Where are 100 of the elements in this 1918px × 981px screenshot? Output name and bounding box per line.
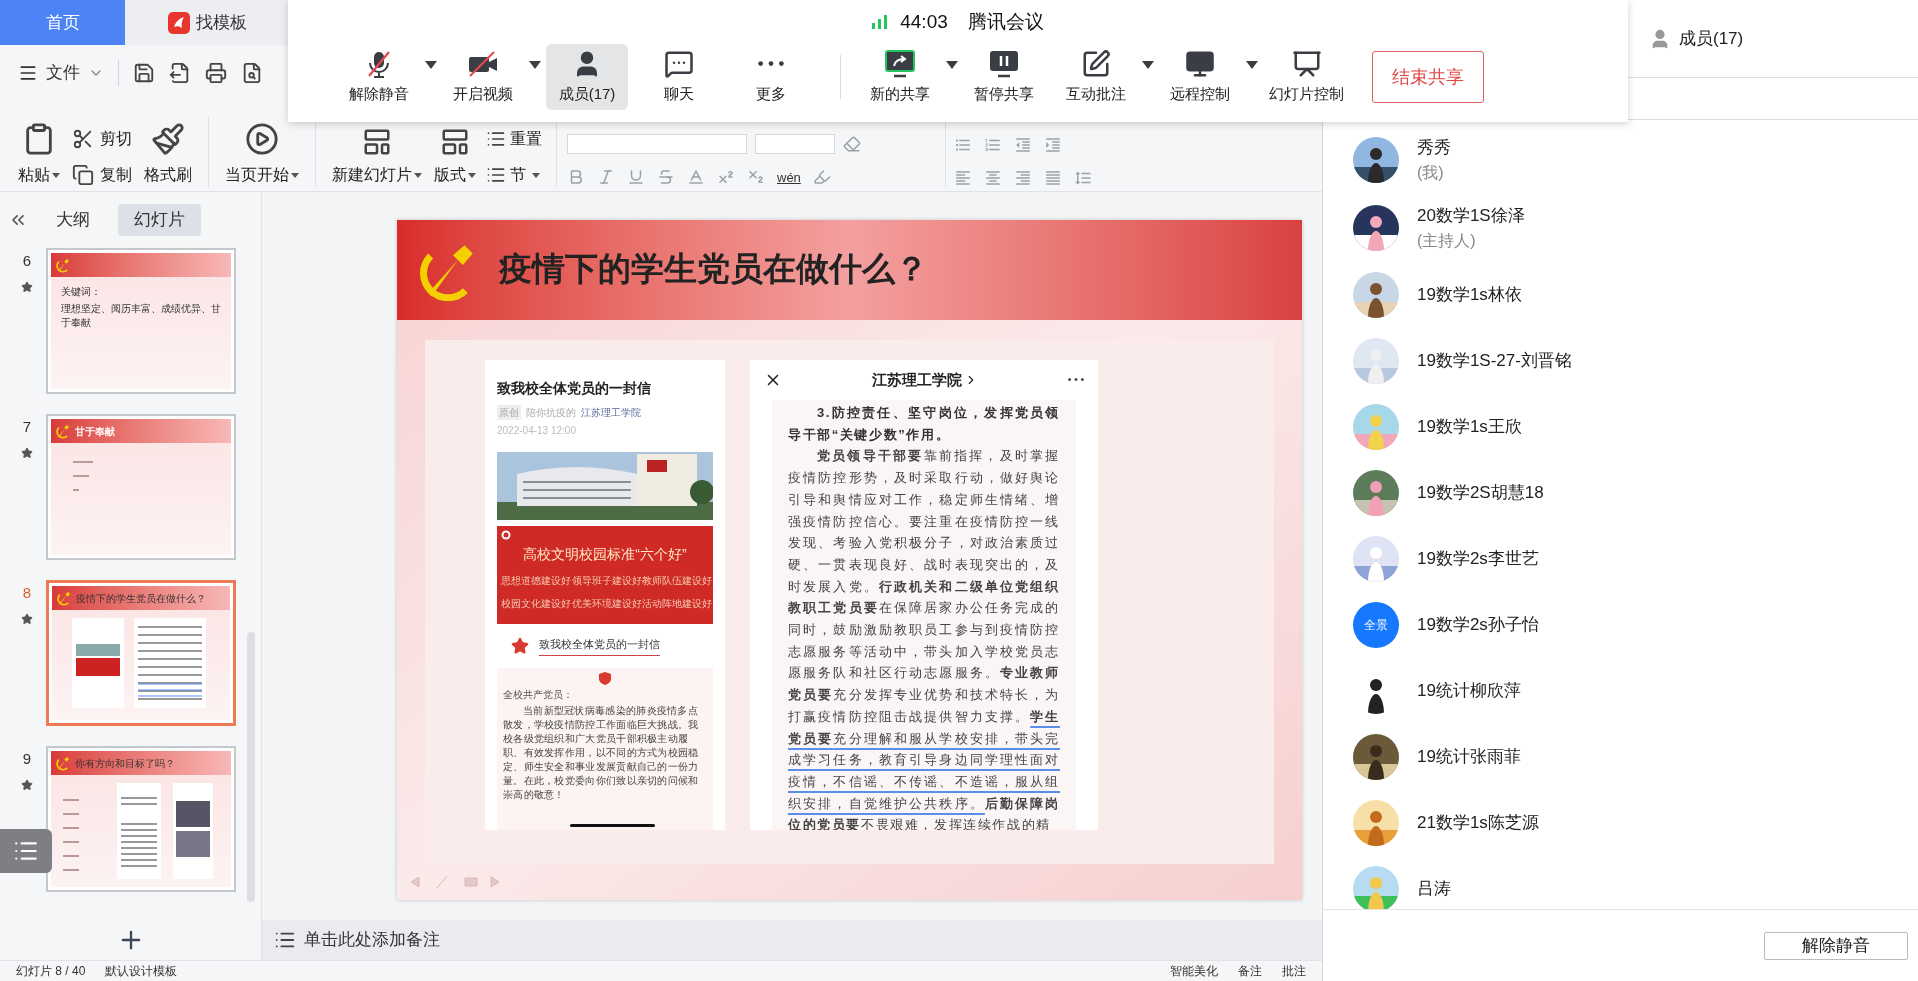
share-screen-icon [884,48,916,79]
thumbnail-title: 疫情下的学生党员在做什么？ [76,591,206,606]
play-from-current-button[interactable]: 当页开始 [219,121,305,187]
align-center-icon[interactable] [984,169,1002,187]
star-icon [21,778,33,791]
highlighter-icon[interactable] [812,168,831,187]
slide-thumbnail[interactable]: 你有方向和目标了吗？ [46,746,236,892]
meeting-app-name: 腾讯会议 [967,9,1044,34]
more-icon[interactable] [1068,378,1084,382]
indent-icon[interactable] [1044,136,1062,154]
panel-title: 成员(17) [1679,27,1744,50]
copy-button[interactable]: 复制 [72,163,132,187]
end-share-button[interactable]: 结束共享 [1372,51,1484,103]
meeting-control[interactable]: 更多 [730,44,812,110]
meeting-control[interactable]: 幻灯片控制 [1263,44,1350,110]
underline-icon[interactable] [627,168,645,187]
member-row[interactable]: 21数学1s陈芝源 [1353,790,1918,856]
meeting-control[interactable]: 远程控制 [1159,44,1241,110]
italic-icon[interactable] [597,168,615,187]
scissors-icon [72,128,94,150]
print-icon[interactable] [205,61,227,84]
member-row[interactable]: 19数学1s林依 [1353,262,1918,328]
align-right-icon[interactable] [1014,169,1032,187]
font-name-field[interactable] [567,133,747,154]
align-left-icon[interactable] [954,169,972,187]
slide-title: 疫情下的学生党员在做什么？ [499,250,928,290]
cut-button[interactable]: 剪切 [72,127,132,151]
member-row[interactable]: 19数学2S胡慧18 [1353,460,1918,526]
member-name: 20数学1S徐泽 [1417,205,1525,228]
preview-icon[interactable] [241,61,263,84]
caret-icon [414,173,422,179]
member-row[interactable]: 19数学2s李世艺 [1353,526,1918,592]
dropdown-caret-icon[interactable] [528,60,542,70]
member-row[interactable]: 全景 19数学2s孙子怡 [1353,592,1918,658]
account-link[interactable]: 江苏理工学院 [872,368,978,392]
paste-button[interactable]: 粘贴 [12,121,66,187]
more-icon[interactable] [758,61,784,67]
dropdown-caret-icon[interactable] [1141,60,1155,70]
dropdown-caret-icon[interactable] [945,60,959,70]
panel-tab[interactable]: 大纲 [46,204,100,236]
reset-button[interactable]: 重置 [486,127,542,151]
outline-toggle-button[interactable] [0,829,52,873]
file-menu[interactable]: 文件 [18,59,104,86]
status-button[interactable]: 智能美化 [1170,962,1218,980]
meeting-control[interactable]: 暂停共享 [963,44,1045,110]
meeting-control[interactable]: 互动批注 [1055,44,1137,110]
dropdown-caret-icon[interactable] [424,60,438,70]
member-row[interactable]: 秀秀 (我) [1353,126,1918,194]
slide-thumbnail[interactable]: 关键词： 理想坚定、阅历丰富、成绩优异、甘于奉献 [46,248,236,394]
slide-thumbnail[interactable]: 甘于奉献 [46,414,236,560]
font-color-icon[interactable] [687,168,705,187]
member-row[interactable]: 19统计柳欣萍 [1353,658,1918,724]
save-icon[interactable] [133,61,155,84]
caret-icon [291,173,299,179]
notes-placeholder[interactable]: 单击此处添加备注 [304,927,440,953]
export-icon[interactable] [169,61,191,84]
account-link[interactable]: 江苏理工学院 [581,405,641,420]
banner-title: 高校文明校园标准“六个好” [523,545,687,564]
member-name: 秀秀 [1417,137,1451,160]
member-row[interactable]: 吕涛 [1353,856,1918,909]
phonetic-guide-button[interactable]: wén [777,167,801,187]
meeting-control[interactable]: 新的共享 [859,44,941,110]
scrollbar[interactable] [247,632,255,902]
meeting-control[interactable]: 聊天 [638,44,720,110]
publish-date: 2022-04-13 12:00 [497,424,577,438]
member-row[interactable]: 19统计张雨菲 [1353,724,1918,790]
star-icon [21,280,33,293]
member-role: (主持人) [1417,230,1477,251]
status-button[interactable]: 批注 [1282,962,1306,980]
copy-icon [72,164,94,186]
thumbnail-text-drawing [73,461,93,491]
member-row[interactable]: 19数学1S-27-刘晋铭 [1353,328,1918,394]
meeting-control[interactable]: 解除静音 [338,44,420,110]
dropdown-caret-icon[interactable] [1245,60,1259,70]
format-painter-button[interactable]: 格式刷 [138,121,198,187]
strikethrough-icon[interactable] [657,168,675,187]
meeting-control[interactable]: 开启视频 [442,44,524,110]
meeting-duration: 44:03 [900,9,948,34]
panel-tab[interactable]: 幻灯片 [118,204,201,236]
align-justify-icon[interactable] [1044,169,1062,187]
font-size-field[interactable] [755,133,835,154]
member-name: 19数学2s李世艺 [1417,548,1539,571]
clear-format-icon[interactable] [843,134,861,153]
new-slide-button[interactable]: 新建幻灯片 [326,121,428,187]
unmute-all-button[interactable]: 解除静音 [1764,931,1908,960]
app-tab[interactable]: 找模板 [125,0,290,45]
member-row[interactable]: 20数学1S徐泽 (主持人) [1353,194,1918,262]
slide-thumbnail[interactable]: 疫情下的学生党员在做什么？ [46,580,236,726]
section-button[interactable]: 节 [486,163,542,187]
meeting-control[interactable]: 成员(17) [546,44,628,110]
line-spacing-icon[interactable] [1074,169,1092,187]
app-tab[interactable]: 首页 [0,0,125,45]
emblem-icon [55,755,71,771]
numbered-list-icon[interactable] [984,136,1002,154]
status-text: 幻灯片 8 / 40 [16,963,86,980]
layout-button[interactable]: 版式 [428,121,482,187]
template-logo-icon [168,11,190,34]
member-row[interactable]: 19数学1s王欣 [1353,394,1918,460]
status-button[interactable]: 备注 [1238,962,1262,980]
outdent-icon[interactable] [1014,136,1032,154]
